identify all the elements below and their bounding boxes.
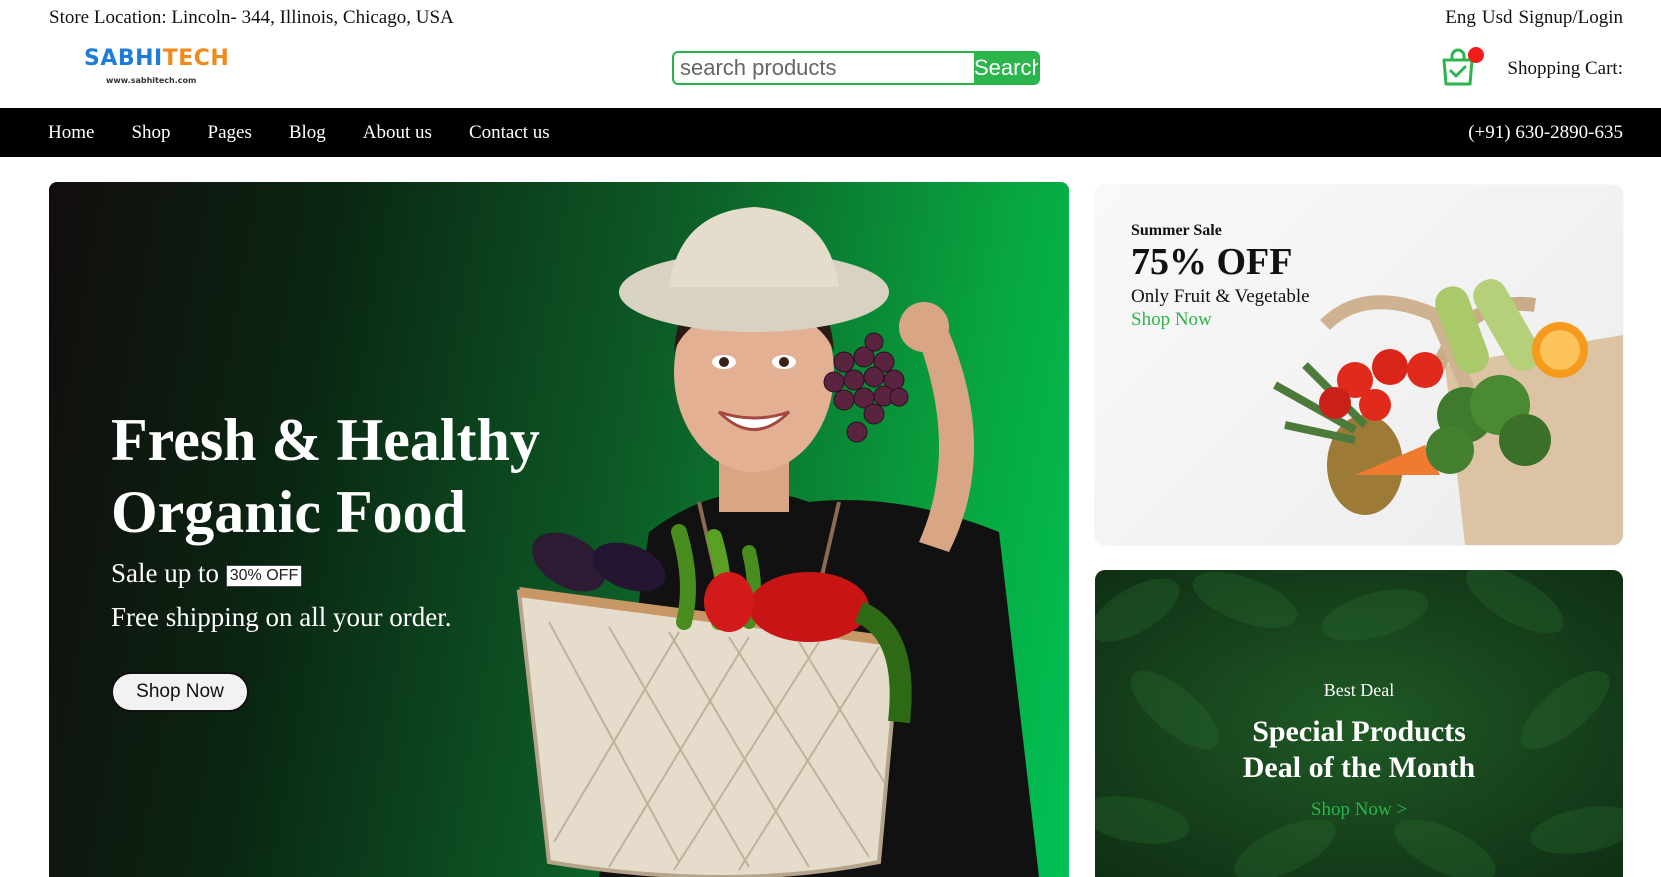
site-logo[interactable]: SABHITECH www.sabhitech.com [84, 44, 229, 90]
hero-title: Fresh & Healthy Organic Food [111, 407, 540, 545]
store-location: Store Location: Lincoln- 344, Illinois, … [49, 7, 454, 28]
phone-number: (+91) 630-2890-635 [1468, 122, 1623, 143]
promo-label: Summer Sale [1131, 222, 1222, 239]
deal-title: Special Products Deal of the Month [1242, 715, 1476, 784]
nav-item-about[interactable]: About us [363, 122, 432, 144]
search-bar: Search [672, 51, 1040, 85]
shopping-cart-label[interactable]: Shopping Cart: [1507, 58, 1623, 80]
main-nav: Home Shop Pages Blog About us Contact us… [0, 108, 1661, 157]
nav-item-home[interactable]: Home [48, 122, 94, 144]
hero-shipping-text: Free shipping on all your order. [111, 602, 452, 632]
language-selector[interactable]: Eng [1445, 7, 1476, 29]
logo-url: www.sabhitech.com [106, 76, 197, 85]
top-links: Eng Usd Signup/Login [1445, 7, 1623, 29]
promo-subtitle: Only Fruit & Vegetable [1131, 286, 1310, 307]
promo-discount: 75% OFF [1131, 241, 1293, 283]
hero-woman-image [516, 207, 1039, 877]
deal-label: Best Deal [1323, 680, 1395, 700]
nav-item-contact[interactable]: Contact us [469, 122, 550, 144]
nav-item-shop[interactable]: Shop [131, 122, 170, 144]
hero-shop-now-button[interactable]: Shop Now [111, 672, 249, 712]
top-bar: Store Location: Lincoln- 344, Illinois, … [0, 0, 1661, 40]
search-button[interactable]: Search [974, 53, 1038, 83]
discount-badge: 30% OFF [225, 564, 303, 587]
hero-banner: Fresh & Healthy Organic Food Sale up to … [49, 182, 1069, 877]
signup-login-link[interactable]: Signup/Login [1518, 7, 1623, 29]
deal-shop-now-link[interactable]: Shop Now > [1095, 799, 1623, 821]
hero-sale-text: Sale up to 30% OFF [111, 558, 303, 589]
nav-item-pages[interactable]: Pages [208, 122, 252, 144]
nav-menu: Home Shop Pages Blog About us Contact us [48, 122, 550, 144]
nav-item-blog[interactable]: Blog [289, 122, 326, 144]
promo-shop-now-link[interactable]: Shop Now [1131, 309, 1212, 331]
logo-wordmark: SABHITECH [84, 46, 230, 71]
best-deal-card[interactable]: Best Deal Special Products Deal of the M… [1095, 570, 1623, 877]
summer-sale-card[interactable]: Summer Sale 75% OFF Only Fruit & Vegetab… [1095, 185, 1623, 545]
cart-notification-dot [1468, 47, 1484, 63]
currency-selector[interactable]: Usd [1482, 7, 1513, 29]
search-input[interactable] [674, 53, 974, 83]
